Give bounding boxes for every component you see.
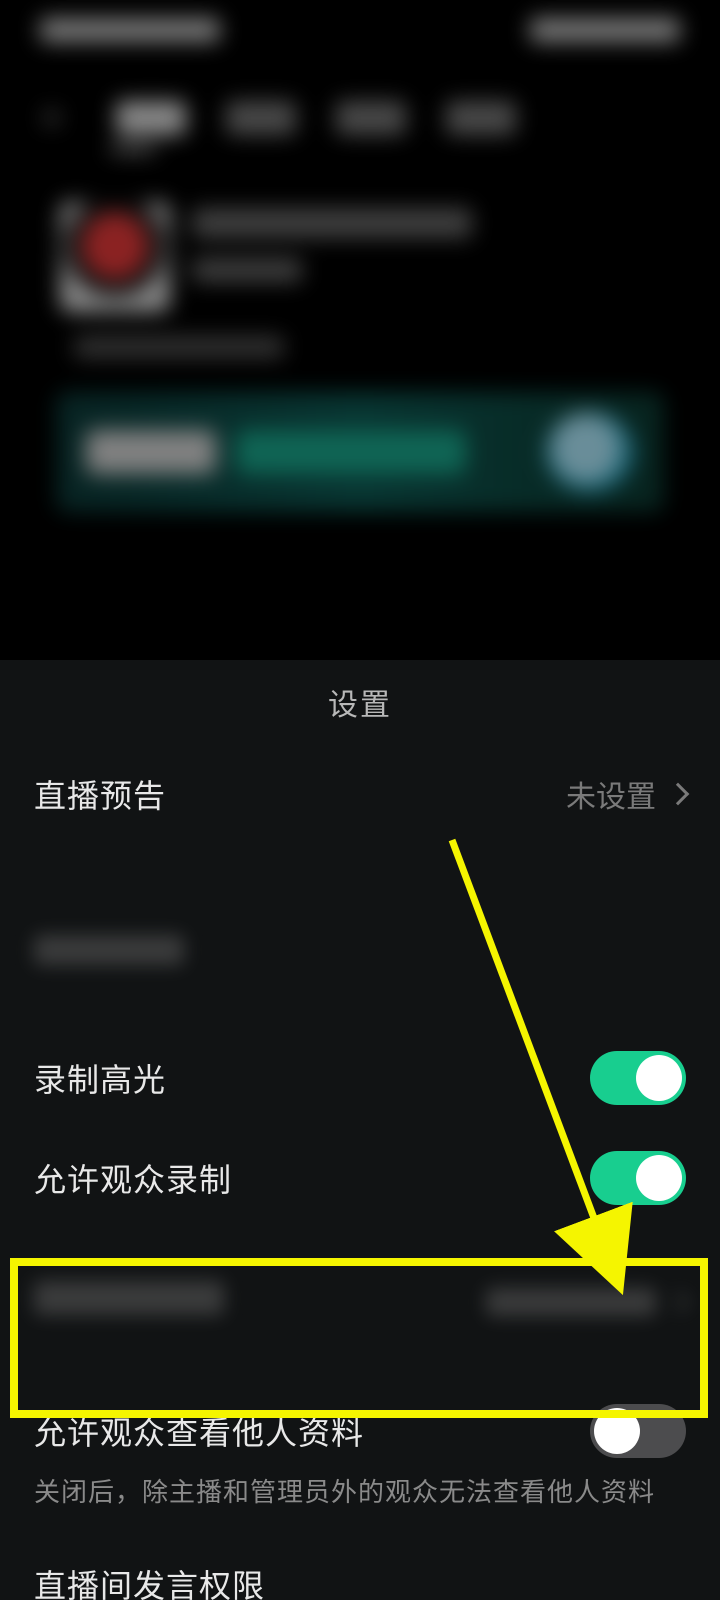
value-live-preview: 未设置 <box>566 772 686 816</box>
row-allow-view-profile: 允许观众查看他人资料 关闭后，除主播和管理员外的观众无法查看他人资料 <box>0 1376 720 1541</box>
promo-banner <box>56 392 664 512</box>
toggle-allow-audience-record[interactable] <box>590 1151 686 1205</box>
label-allow-view-profile: 允许观众查看他人资料 <box>34 1408 364 1454</box>
label-record-highlight: 录制高光 <box>34 1055 166 1101</box>
value-text: 未设置 <box>566 772 656 816</box>
avatar <box>60 202 170 312</box>
top-tabs: × <box>0 60 720 136</box>
row-live-preview[interactable]: 直播预告 未设置 <box>0 744 720 844</box>
toggle-allow-view-profile[interactable] <box>590 1404 686 1458</box>
sheet-header: 设置 <box>0 660 720 744</box>
row-allow-audience-record: 允许观众录制 <box>0 1128 720 1228</box>
sheet-title: 设置 <box>328 680 392 724</box>
status-bar <box>0 0 720 60</box>
row-record-highlight: 录制高光 <box>0 1028 720 1128</box>
row-obscured-2 <box>0 1252 720 1352</box>
label-speak-permission: 直播间发言权限 <box>34 1561 265 1600</box>
chevron-right-icon <box>667 783 690 806</box>
row-speak-permission[interactable]: 直播间发言权限 <box>0 1541 720 1600</box>
toggle-record-highlight[interactable] <box>590 1051 686 1105</box>
desc-allow-view-profile: 关闭后，除主播和管理员外的观众无法查看他人资料 <box>34 1472 686 1509</box>
label-live-preview: 直播预告 <box>34 771 166 817</box>
settings-sheet: 设置 直播预告 未设置 录制高光 允许观众录制 <box>0 660 720 1600</box>
profile-card <box>60 202 660 312</box>
row-obscured-1 <box>0 904 720 1004</box>
label-allow-audience-record: 允许观众录制 <box>34 1155 232 1201</box>
close-icon: × <box>40 100 76 136</box>
